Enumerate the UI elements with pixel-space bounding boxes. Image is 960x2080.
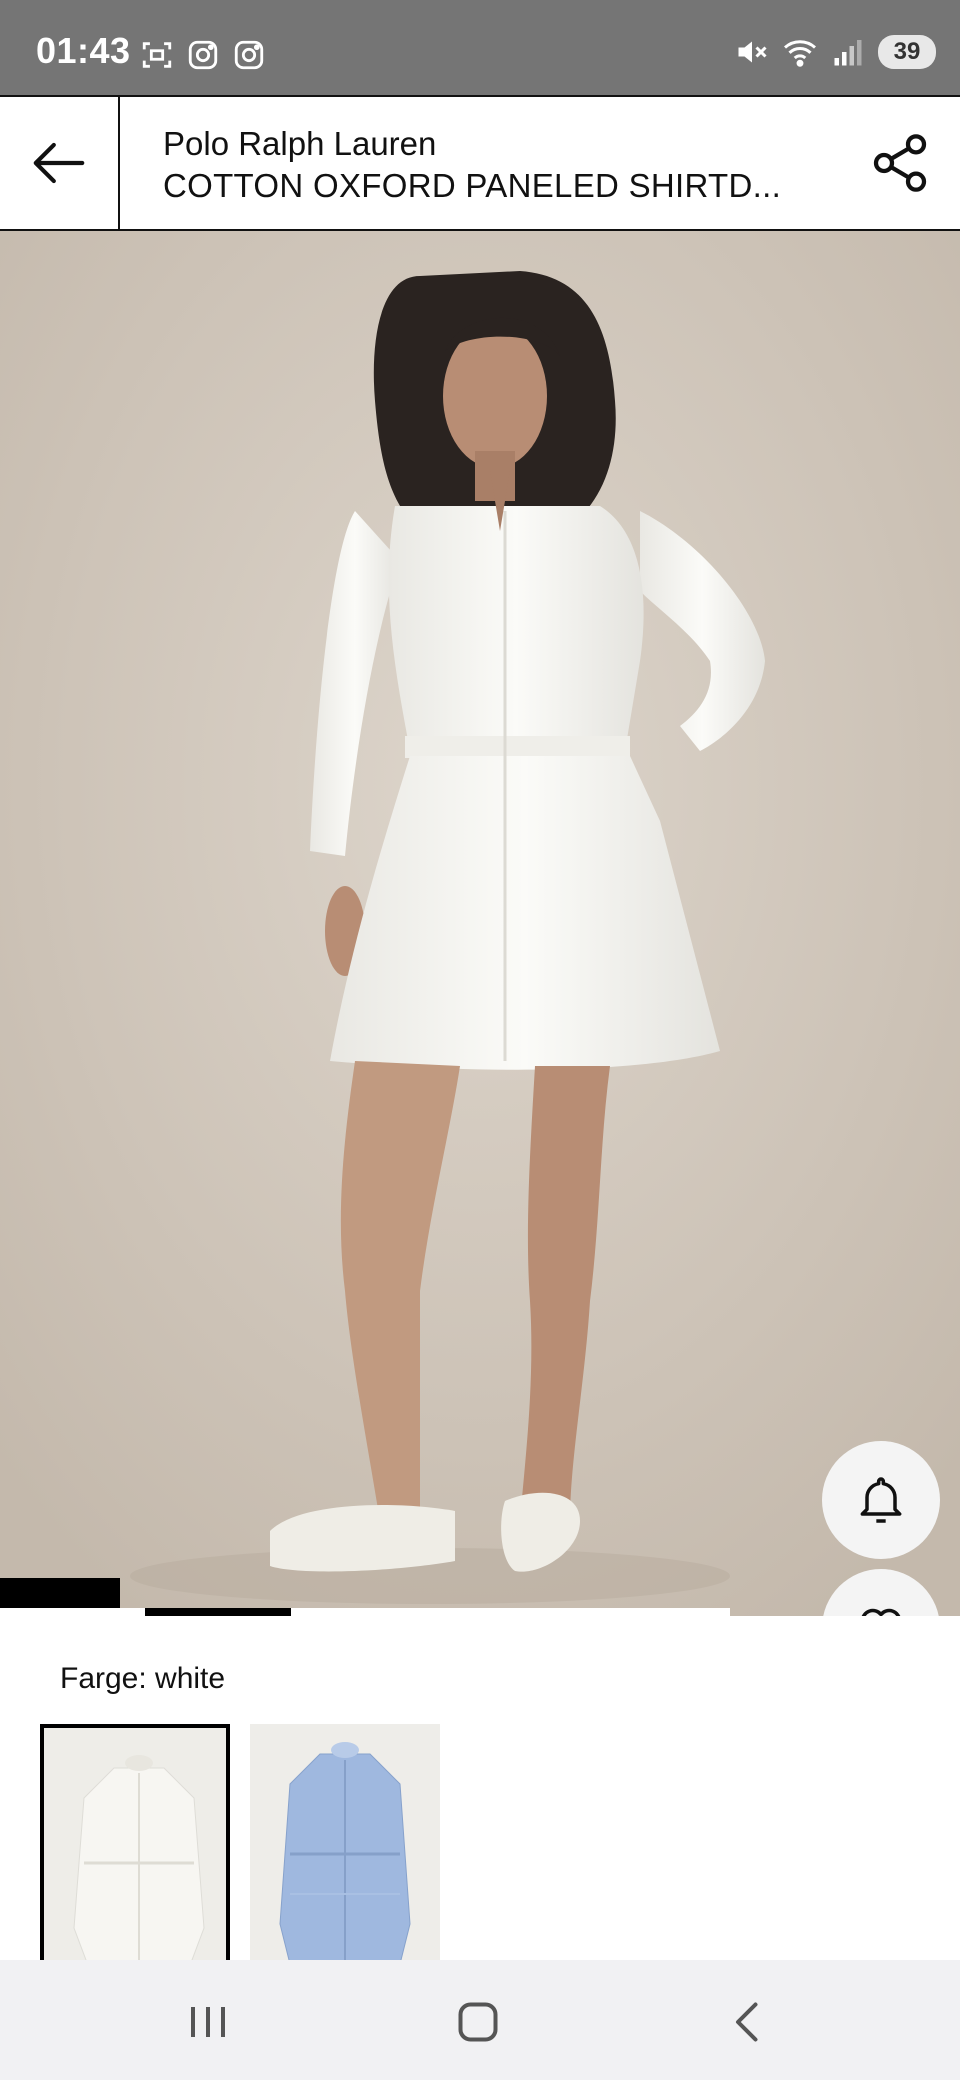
- product-detail-screen: 01:43 39 Polo Ralph Lauren COTTON OXFORD…: [0, 0, 960, 2080]
- swatch-white-image: [44, 1728, 226, 1960]
- system-back-button[interactable]: [688, 1984, 808, 2060]
- bell-icon: [860, 1477, 902, 1523]
- price-alert-button[interactable]: [822, 1441, 940, 1559]
- product-title: COTTON OXFORD PANELED SHIRTD...: [163, 167, 782, 204]
- wifi-icon: [784, 40, 816, 67]
- signal-icon: [834, 40, 862, 66]
- instagram-icon: [188, 40, 218, 70]
- status-system-icons: 39: [734, 34, 936, 70]
- status-notification-icons: [140, 38, 266, 72]
- share-icon: [873, 134, 927, 192]
- color-swatch-blue[interactable]: [250, 1724, 440, 1964]
- carousel-indicator: [0, 1608, 730, 1616]
- battery-level: 39: [878, 35, 936, 69]
- swatch-blue-image: [250, 1724, 440, 1964]
- header-titles: Polo Ralph Lauren COTTON OXFORD PANELED …: [163, 124, 823, 208]
- brand-name: Polo Ralph Lauren: [163, 125, 437, 162]
- color-swatch-white[interactable]: [40, 1724, 230, 1964]
- model-photo: [0, 231, 960, 1616]
- share-button[interactable]: [864, 127, 936, 199]
- status-bar: 01:43 39: [0, 0, 960, 95]
- home-icon: [458, 2002, 498, 2042]
- back-button[interactable]: [0, 97, 120, 229]
- product-image[interactable]: [0, 231, 960, 1616]
- screenshot-icon: [142, 42, 172, 68]
- heart-icon: [861, 1608, 901, 1616]
- color-selector: Farge: white: [0, 1616, 960, 1964]
- mute-icon: [738, 41, 767, 63]
- back-icon: [736, 2002, 758, 2042]
- recents-button[interactable]: [148, 1984, 268, 2060]
- system-nav-bar: [0, 1960, 960, 2080]
- instagram-icon: [234, 40, 264, 70]
- arrow-left-icon: [33, 142, 85, 184]
- recents-icon: [191, 2007, 225, 2037]
- color-label: Farge: white: [60, 1662, 226, 1695]
- app-header: Polo Ralph Lauren COTTON OXFORD PANELED …: [0, 95, 960, 231]
- status-time: 01:43: [36, 30, 131, 71]
- home-button[interactable]: [418, 1984, 538, 2060]
- carousel-active-segment: [145, 1608, 291, 1616]
